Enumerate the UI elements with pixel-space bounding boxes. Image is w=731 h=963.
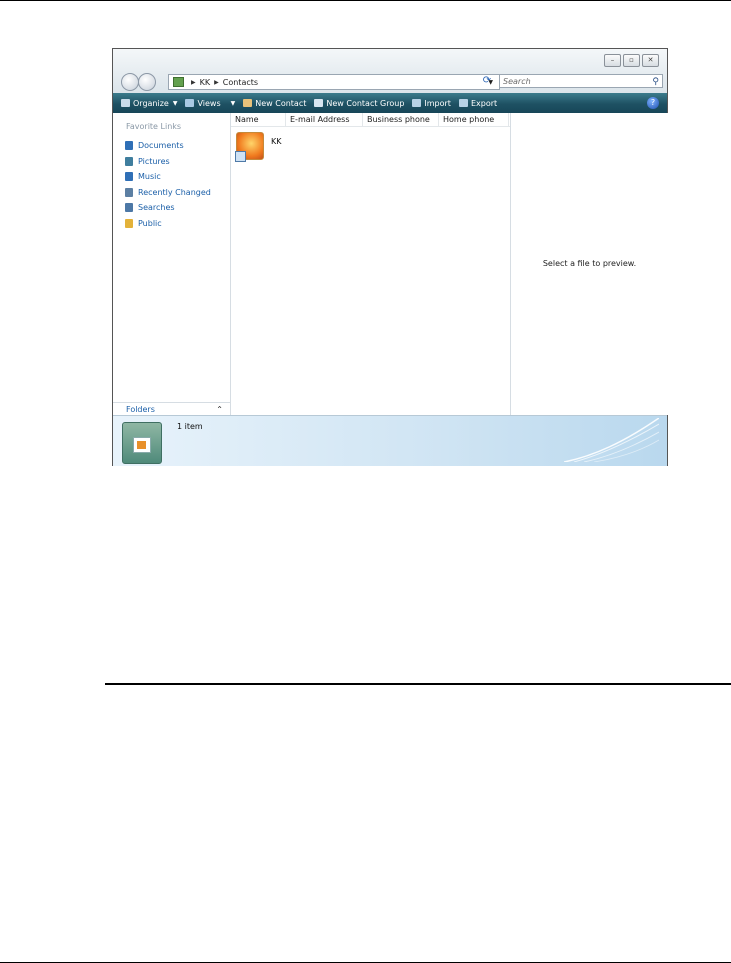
command-toolbar: Organize ▼ Views ▼ New Contact New Conta… — [113, 93, 667, 113]
nav-link-music[interactable]: Music — [125, 169, 211, 185]
organize-label: Organize — [133, 98, 169, 108]
decorative-swoosh — [564, 418, 659, 462]
maximize-button[interactable]: ▫ — [623, 54, 640, 67]
contact-photo-icon — [235, 132, 264, 162]
views-button[interactable]: Views ▼ — [185, 99, 235, 108]
contacts-folder-icon — [173, 77, 184, 87]
preview-pane: Select a file to preview. — [510, 113, 668, 415]
top-rule — [0, 0, 731, 1]
contact-item[interactable]: KK — [235, 132, 282, 162]
breadcrumb-contacts[interactable]: Contacts — [223, 78, 258, 87]
new-contact-label: New Contact — [255, 98, 307, 108]
nav-link-documents[interactable]: Documents — [125, 138, 211, 154]
new-contact-icon — [243, 99, 253, 107]
nav-link-public[interactable]: Public — [125, 216, 211, 232]
public-icon — [125, 218, 133, 228]
back-button[interactable] — [121, 73, 139, 91]
contacts-folder-large-icon — [122, 422, 162, 464]
help-icon[interactable]: ? — [647, 97, 659, 109]
window-controls: – ▫ ✕ — [604, 54, 659, 67]
nav-link-label: Pictures — [138, 156, 170, 166]
recent-icon — [125, 187, 133, 197]
favorite-links-list: Documents Pictures Music Recently Change… — [125, 138, 211, 231]
contact-badge-icon — [235, 151, 246, 162]
minimize-button[interactable]: – — [604, 54, 621, 67]
close-button[interactable]: ✕ — [642, 54, 659, 67]
breadcrumb-arrow-icon: ▶ — [191, 78, 196, 86]
nav-link-label: Recently Changed — [138, 187, 211, 197]
contact-name: KK — [271, 137, 282, 146]
views-icon — [185, 99, 195, 107]
nav-link-label: Public — [138, 218, 162, 228]
column-headers: Name E-mail Address Business phone Home … — [231, 113, 510, 127]
nav-link-label: Documents — [138, 141, 184, 151]
searches-icon — [125, 203, 133, 213]
search-placeholder: Search — [503, 77, 531, 86]
folders-toggle[interactable]: Folders ⌃ — [113, 402, 230, 415]
nav-link-recently-changed[interactable]: Recently Changed — [125, 185, 211, 201]
refresh-icon[interactable]: ⟳ — [480, 74, 494, 88]
chevron-down-icon: ▼ — [230, 99, 236, 107]
column-header-home-phone[interactable]: Home phone — [439, 113, 509, 126]
chevron-down-icon: ▼ — [172, 99, 178, 107]
nav-link-label: Music — [138, 172, 161, 182]
favorite-links-heading: Favorite Links — [126, 122, 182, 131]
column-header-name[interactable]: Name — [231, 113, 286, 126]
documents-icon — [125, 141, 133, 151]
import-label: Import — [424, 98, 451, 108]
title-bar: – ▫ ✕ ▶ KK ▶ Contacts ▼ ⟳ Search ⚲ — [113, 49, 667, 93]
contact-card-icon — [133, 437, 151, 453]
search-input[interactable]: Search ⚲ — [499, 74, 663, 88]
new-contact-group-label: New Contact Group — [326, 98, 405, 108]
import-icon — [412, 99, 422, 107]
organize-button[interactable]: Organize ▼ — [121, 99, 177, 108]
details-pane: 1 item — [113, 415, 667, 466]
nav-link-searches[interactable]: Searches — [125, 200, 211, 216]
music-icon — [125, 172, 133, 182]
address-bar[interactable]: ▶ KK ▶ Contacts ▼ — [168, 74, 500, 90]
new-contact-button[interactable]: New Contact — [243, 99, 306, 108]
breadcrumb-arrow-icon: ▶ — [214, 78, 219, 86]
preview-message: Select a file to preview. — [542, 259, 637, 268]
mid-rule — [105, 683, 731, 685]
breadcrumb-kk[interactable]: KK — [200, 78, 211, 87]
export-label: Export — [470, 98, 498, 108]
folders-label: Folders — [126, 405, 155, 414]
export-icon — [458, 99, 468, 107]
pictures-icon — [125, 156, 133, 166]
export-button[interactable]: Export — [458, 98, 498, 108]
file-list: Name E-mail Address Business phone Home … — [231, 113, 510, 415]
new-contact-group-button[interactable]: New Contact Group — [314, 99, 404, 108]
new-contact-group-icon — [314, 99, 324, 107]
contacts-window: – ▫ ✕ ▶ KK ▶ Contacts ▼ ⟳ Search ⚲ Organ… — [112, 48, 668, 466]
import-button[interactable]: Import — [412, 99, 451, 108]
column-header-business-phone[interactable]: Business phone — [363, 113, 439, 126]
forward-button[interactable] — [138, 73, 156, 91]
views-label: Views — [197, 98, 221, 108]
item-count: 1 item — [177, 422, 203, 431]
organize-icon — [121, 99, 130, 107]
search-icon[interactable]: ⚲ — [652, 75, 659, 89]
nav-link-label: Searches — [138, 203, 175, 213]
column-header-email[interactable]: E-mail Address — [286, 113, 363, 126]
navigation-pane: Favorite Links Documents Pictures Music … — [113, 113, 231, 415]
nav-link-pictures[interactable]: Pictures — [125, 154, 211, 170]
